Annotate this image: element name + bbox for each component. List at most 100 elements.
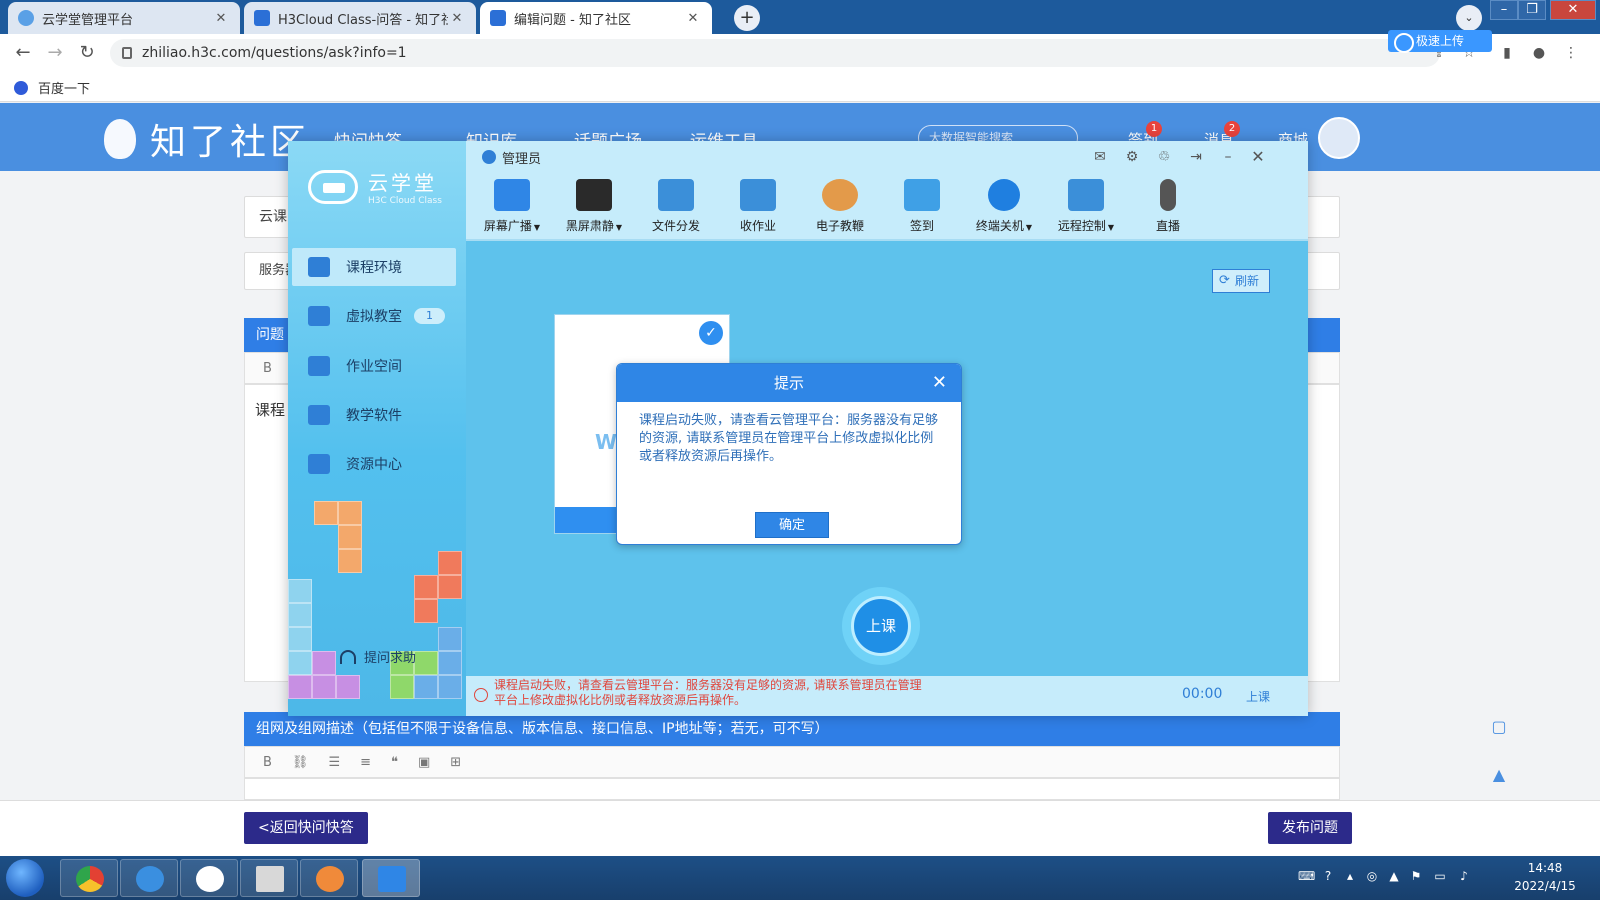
url-field[interactable]: zhiliao.h3c.com/questions/ask?info=1 (110, 39, 1440, 67)
back-to-qa-button[interactable]: <返回快问快答 (244, 812, 368, 844)
link-icon[interactable]: ⛓ (292, 755, 309, 770)
app-title: 管理员 (502, 151, 542, 167)
clock-date: 2022/4/15 (1514, 879, 1576, 893)
refresh-button[interactable]: 刷新 (1212, 269, 1270, 293)
cloud-class-icon (316, 866, 344, 892)
restore-icon[interactable]: ❐ (1518, 0, 1546, 20)
task-cloud-class[interactable] (300, 859, 358, 897)
browser-tab-cloud-admin[interactable]: 云学堂管理平台 ✕ (8, 2, 240, 34)
task-ie[interactable] (120, 859, 178, 897)
gear-icon[interactable]: ⚙ (1122, 147, 1142, 167)
close-icon[interactable]: ✕ (1248, 147, 1268, 167)
new-tab-button[interactable]: + (734, 5, 760, 31)
skin-icon[interactable]: ♲ (1154, 147, 1174, 167)
help-icon[interactable]: ? (1320, 868, 1336, 884)
menu-software[interactable]: 教学软件 (292, 396, 456, 434)
app-status-bar: 课程启动失败，请查看云管理平台：服务器没有足够的资源, 请联系管理员在管理平台上… (466, 676, 1308, 716)
feedback-icon[interactable]: ▢ (1488, 717, 1510, 739)
back-arrow-icon[interactable]: ← (12, 42, 34, 64)
help-link[interactable]: 提问求助 (340, 647, 416, 666)
tool-black-screen[interactable]: 黑屏肃静 ▼ (554, 179, 634, 234)
class-status-label: 上课 (1246, 690, 1271, 704)
minimize-icon[interactable]: – (1490, 0, 1518, 20)
forward-arrow-icon[interactable]: → (44, 42, 66, 64)
bookmarks-bar: 百度一下 (0, 72, 1600, 102)
publish-question-button[interactable]: 发布问题 (1268, 812, 1352, 844)
site-logo-text: 知了社区 (150, 122, 311, 163)
table-icon[interactable]: ⊞ (450, 755, 461, 770)
bookmark-baidu[interactable]: 百度一下 (14, 78, 90, 97)
tab-title: 云学堂管理平台 (42, 12, 134, 28)
align-icon[interactable]: ≡ (360, 755, 371, 770)
dropdown-caret-icon: ▼ (1025, 223, 1033, 232)
minimize-icon[interactable]: – (1218, 147, 1238, 167)
user-avatar[interactable] (1318, 117, 1360, 159)
tool-label: 签到 (909, 219, 934, 233)
keyboard-icon[interactable]: ⌨ (1298, 868, 1315, 884)
tool-live[interactable]: 直播 (1128, 179, 1208, 234)
start-class-label: 上课 (851, 596, 911, 656)
start-class-button[interactable]: 上课 (842, 587, 920, 665)
dropdown-caret-icon: ▼ (1107, 223, 1115, 232)
quote-icon[interactable]: ❝ (391, 755, 398, 770)
image-icon[interactable]: ▣ (418, 755, 430, 770)
network-icon[interactable]: ▭ (1432, 868, 1448, 884)
tool-signin[interactable]: 签到 (882, 179, 962, 234)
list-icon[interactable]: ☰ (328, 755, 340, 770)
tool-remote-control[interactable]: 远程控制 ▼ (1046, 179, 1126, 234)
task-remote[interactable] (362, 859, 420, 897)
side-panel-icon[interactable]: ▮ (1496, 42, 1518, 64)
tab-search-icon[interactable]: ⌄ (1456, 5, 1482, 31)
menu-homework[interactable]: 作业空间 (292, 347, 456, 385)
tool-shutdown[interactable]: 终端关机 ▼ (964, 179, 1044, 234)
dropdown-caret-icon: ▼ (533, 223, 541, 232)
close-icon[interactable]: ✕ (448, 11, 466, 26)
tool-label: 文件分发 (651, 219, 700, 233)
admin-user-icon (482, 150, 496, 164)
bold-icon[interactable]: B (263, 361, 272, 376)
tool-pointer[interactable]: 电子教鞭 (800, 179, 880, 234)
cloud-tray-icon[interactable]: ▲ (1386, 868, 1402, 884)
menu-label: 作业空间 (346, 359, 402, 375)
baidu-paw-icon (14, 80, 28, 95)
back-to-top-icon[interactable]: ▲ (1488, 765, 1510, 787)
broadcast-icon (494, 179, 530, 211)
palette-icon (822, 179, 858, 211)
tool-label: 直播 (1155, 219, 1180, 233)
menu-virtual-classroom[interactable]: 虚拟教室 1 (292, 297, 456, 335)
task-explorer[interactable] (240, 859, 298, 897)
close-icon[interactable]: ✕ (212, 11, 230, 26)
tool-screen-broadcast[interactable]: 屏幕广播 ▼ (472, 179, 552, 234)
task-chrome[interactable] (60, 859, 118, 897)
close-icon[interactable]: ✕ (932, 364, 947, 402)
help-label: 提问求助 (364, 651, 417, 666)
site-logo[interactable]: 知了社区 (104, 113, 310, 165)
reload-icon[interactable]: ↻ (76, 42, 98, 64)
baidu-netdisk-pill[interactable]: 极速上传 (1388, 30, 1492, 53)
bold-icon[interactable]: B (263, 755, 272, 770)
mail-icon[interactable]: ✉ (1090, 147, 1110, 167)
logout-icon[interactable]: ⇥ (1186, 147, 1206, 167)
volume-icon[interactable]: ♪ (1456, 868, 1472, 884)
profile-icon[interactable]: ● (1528, 42, 1550, 64)
browser-tab-edit-question[interactable]: 编辑问题 - 知了社区 ✕ (480, 2, 712, 34)
close-icon[interactable]: ✕ (684, 11, 702, 26)
task-baidu-netdisk[interactable] (180, 859, 238, 897)
tool-label: 终端关机 (975, 219, 1024, 233)
menu-course-env[interactable]: 课程环境 (292, 248, 456, 286)
netdisk-tray-icon[interactable]: ◎ (1364, 868, 1380, 884)
start-button[interactable] (6, 859, 44, 897)
tool-file-send[interactable]: 文件分发 (636, 179, 716, 234)
tool-collect-homework[interactable]: 收作业 (718, 179, 798, 234)
tray-expand-icon[interactable]: ▴ (1342, 868, 1358, 884)
menu-label: 课程环境 (346, 260, 402, 276)
browser-tab-qa[interactable]: H3Cloud Class-问答 - 知了社区 ✕ (244, 2, 476, 34)
more-menu-icon[interactable]: ⋮ (1560, 42, 1582, 64)
network-editor[interactable] (244, 778, 1340, 800)
flag-icon[interactable]: ⚑ (1408, 868, 1424, 884)
window-close-icon[interactable]: ✕ (1550, 0, 1596, 20)
taskbar-clock[interactable]: 14:48 2022/4/15 (1510, 859, 1580, 895)
signin-badge: 1 (1146, 121, 1162, 137)
menu-resources[interactable]: 资源中心 (292, 445, 456, 483)
dialog-ok-button[interactable]: 确定 (755, 512, 829, 538)
